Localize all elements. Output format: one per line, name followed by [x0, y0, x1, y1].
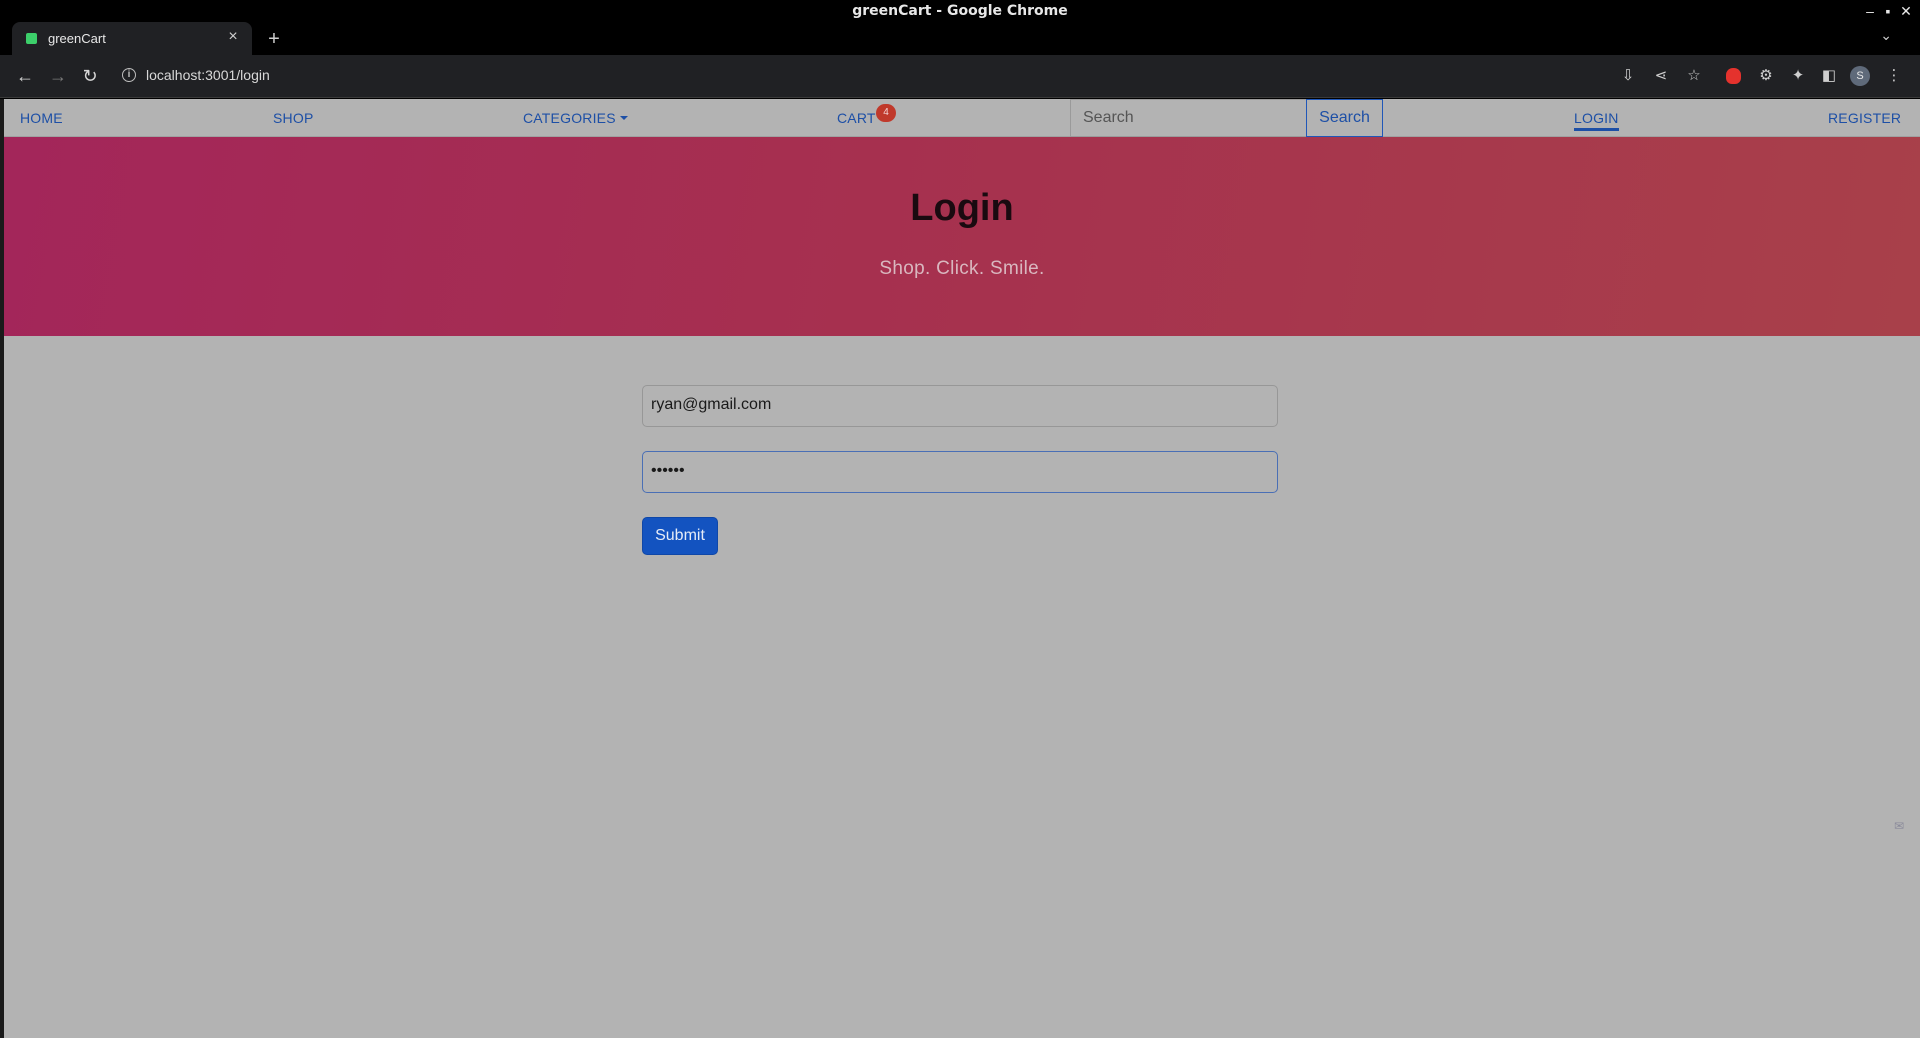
minimize-icon[interactable]: – — [1862, 1, 1878, 21]
greencart-favicon-icon — [26, 33, 37, 44]
nav-home-link[interactable]: HOME — [20, 110, 63, 126]
window-title: greenCart - Google Chrome — [852, 3, 1068, 19]
new-tab-plus-icon[interactable]: + — [264, 26, 284, 52]
tab-strip: greenCart × — [0, 22, 1920, 55]
back-arrow-icon[interactable]: ← — [14, 65, 36, 87]
extensions-puzzle-icon[interactable]: ✦ — [1788, 66, 1808, 86]
tab-title: greenCart — [48, 31, 106, 46]
cart-count-badge: 4 — [876, 104, 896, 122]
settings-gear-icon[interactable]: ⚙ — [1756, 66, 1776, 86]
reload-icon[interactable]: ↻ — [79, 65, 101, 87]
install-app-icon[interactable]: ⇩ — [1618, 66, 1638, 86]
search-input[interactable]: Search — [1070, 99, 1306, 137]
password-field[interactable]: •••••• — [642, 451, 1278, 493]
nav-register-link[interactable]: REGISTER — [1828, 110, 1901, 126]
share-icon[interactable]: ⋖ — [1651, 66, 1671, 86]
nav-shop-link[interactable]: SHOP — [273, 110, 313, 126]
maximize-icon[interactable]: ▪ — [1880, 1, 1896, 21]
floating-widget-icon[interactable]: ✉ — [1894, 819, 1912, 837]
window-titlebar: greenCart - Google Chrome – ▪ ✕ — [0, 0, 1920, 22]
search-button[interactable]: Search — [1306, 99, 1383, 137]
nav-cart-link[interactable]: CART — [837, 110, 876, 126]
profile-avatar[interactable]: S — [1850, 66, 1870, 86]
page-title: Login — [910, 187, 1014, 229]
email-field[interactable]: ryan@gmail.com — [642, 385, 1278, 427]
site-info-icon[interactable]: i — [122, 68, 136, 82]
forward-arrow-icon[interactable]: → — [47, 65, 69, 87]
bookmark-star-icon[interactable]: ☆ — [1684, 66, 1704, 86]
address-bar[interactable]: localhost:3001/login — [146, 67, 270, 83]
submit-button[interactable]: Submit — [642, 517, 718, 555]
red-extension-icon[interactable] — [1726, 68, 1741, 84]
close-tab-icon[interactable]: × — [224, 28, 242, 46]
site-navbar: HOME SHOP CATEGORIES CART 4 Search Searc… — [4, 99, 1920, 137]
close-window-icon[interactable]: ✕ — [1898, 1, 1914, 21]
nav-login-link[interactable]: LOGIN — [1574, 110, 1619, 131]
side-panel-icon[interactable]: ◧ — [1819, 66, 1839, 86]
chrome-menu-icon[interactable]: ⋮ — [1884, 66, 1904, 86]
nav-categories-label: CATEGORIES — [523, 110, 616, 126]
hero-tagline: Shop. Click. Smile. — [879, 258, 1045, 279]
caret-down-icon — [619, 116, 628, 120]
hero-banner: Login Shop. Click. Smile. — [4, 137, 1920, 336]
tab-search-chevron-icon[interactable]: ⌄ — [1880, 27, 1892, 44]
tab-greencart[interactable]: greenCart × — [12, 22, 252, 55]
browser-toolbar: ← → ↻ i localhost:3001/login ⇩ ⋖ ☆ ⚙ ✦ ◧… — [0, 55, 1920, 98]
nav-categories-dropdown[interactable]: CATEGORIES — [523, 110, 628, 126]
page-viewport: HOME SHOP CATEGORIES CART 4 Search Searc… — [4, 99, 1920, 1038]
